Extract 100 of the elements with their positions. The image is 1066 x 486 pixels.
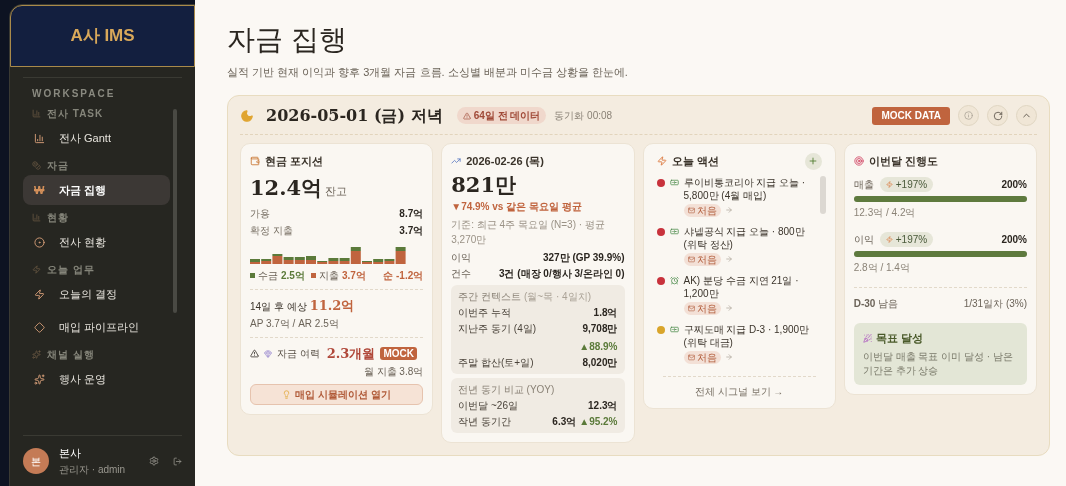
row-label: 이번달 ~26일: [458, 399, 518, 413]
row-value: 6.3억: [552, 415, 577, 429]
row-value: 12.3억: [588, 399, 618, 413]
user-role: 관리자 · admin: [59, 462, 127, 477]
lightning-icon: [656, 156, 667, 166]
row-value: 327만 (GP 39.9%): [542, 251, 625, 265]
net-flow: 순 -1.2억: [383, 268, 424, 283]
arrow-icon[interactable]: [724, 255, 733, 263]
sparkle-icon: [34, 373, 45, 385]
target-icon: [853, 155, 864, 166]
sparkle-icon: [32, 349, 41, 359]
avatar: 본: [23, 448, 49, 474]
row-label: 가용: [250, 206, 270, 221]
arrow-icon[interactable]: [724, 304, 733, 312]
simulation-button[interactable]: 매입 시뮬레이션 열기: [250, 383, 424, 405]
nav-item[interactable]: 오늘의 결정: [23, 279, 170, 309]
row-value: 8.7억: [399, 206, 424, 221]
collapse-button[interactable]: [1016, 105, 1037, 126]
warning-icon: [462, 111, 471, 120]
info-button[interactable]: [958, 105, 979, 126]
lightning-icon: [32, 264, 41, 274]
card-title: 오늘 액션: [671, 153, 719, 169]
metric-percent: 200%: [1001, 233, 1027, 247]
balance-suffix: 잔고: [325, 184, 348, 199]
coins-icon: [32, 160, 41, 170]
refresh-icon: [992, 110, 1003, 121]
mail-icon: [687, 304, 695, 312]
row-label: 지난주 동기 (4일): [458, 322, 537, 336]
section-header: 오늘 업무: [47, 262, 95, 277]
section-header: 전사 TASK: [47, 106, 104, 121]
alarm-clock-icon: [669, 275, 679, 285]
action-text: 샤넬공식 지급 오늘 · 800만 (위탁 정산): [683, 224, 806, 251]
action-text: 루이비통코리아 지급 오늘 · 5,800만 (4월 매입): [683, 175, 807, 202]
card-title: 현금 포지션: [265, 153, 324, 169]
lightbulb-icon: [282, 389, 292, 399]
inflow-swatch: [250, 272, 255, 278]
metric-label: 매출: [853, 178, 874, 192]
page-subtitle: 실적 기반 현재 이익과 향후 3개월 자금 흐름. 소싱별 배분과 미수금 상황을 한눈에.: [227, 65, 629, 80]
plus-icon: [808, 156, 819, 166]
refresh-button[interactable]: [987, 105, 1008, 126]
page-title: 자금 집행: [227, 23, 348, 57]
mail-icon: [687, 255, 695, 263]
section-header: 자금: [47, 158, 69, 173]
box-note: (월~목 · 4일치): [524, 290, 591, 304]
row-label: 작년 동기간: [458, 415, 512, 429]
view-all-link[interactable]: 전체 시그널 보기 →: [694, 383, 784, 399]
nav-item[interactable]: 전사 Gantt: [23, 123, 170, 153]
legend-label: 수금: [258, 268, 278, 283]
add-button[interactable]: [804, 152, 822, 170]
mock-data-button[interactable]: MOCK DATA: [872, 106, 950, 125]
arrow-icon[interactable]: [724, 206, 733, 214]
first-tag: 처음: [683, 252, 721, 266]
runway-label: 자금 여력: [277, 347, 320, 362]
mock-badge: MOCK: [380, 347, 417, 361]
forecast-label: 14일 후 예상: [250, 299, 307, 314]
box-title: 주간 컨텍스트: [458, 290, 522, 304]
bar-chart-icon: [32, 108, 41, 118]
nav-item[interactable]: ₩ 자금 집행: [23, 175, 170, 205]
row-value: 3.7억: [399, 223, 424, 238]
row-label: 확정 지출: [250, 223, 293, 238]
section-header: 채널 실행: [47, 347, 95, 362]
scrollbar[interactable]: [819, 175, 826, 214]
row-delta: ▲88.9%: [579, 340, 618, 354]
arrow-icon[interactable]: [724, 353, 733, 361]
workspace-label: WORKSPACE: [31, 87, 117, 101]
lightning-icon: [885, 181, 893, 188]
diamond-icon: [34, 321, 45, 333]
first-tag: 처음: [683, 350, 721, 364]
gem-icon: [264, 349, 272, 358]
metric-label: 이익: [853, 233, 874, 247]
mail-icon: [687, 353, 695, 361]
row-value: 3건 (매장 0/행사 3/온라인 0): [498, 267, 625, 281]
moon-icon: [240, 108, 254, 123]
won-sign: ₩: [34, 184, 45, 196]
basis-note: 기준: 최근 4주 목요일 (N=3) · 평균 3,270만: [451, 218, 606, 247]
lightning-icon: [34, 288, 45, 300]
goal-text: 이번달 매출 목표 이미 달성 · 남은 기간은 추가 상승: [862, 349, 1014, 378]
legend-value: 2.5억: [281, 268, 305, 283]
logout-icon[interactable]: [173, 456, 182, 466]
action-text: 구찌도매 지급 D-3 · 1,900만 (위탁 대금): [683, 322, 811, 349]
nav-item[interactable]: 전사 현황: [23, 227, 170, 257]
row-delta: ▲95.2%: [579, 415, 618, 429]
row-value: 9,708만: [582, 322, 618, 336]
bar-chart-icon: [32, 212, 41, 222]
nav-item[interactable]: 행사 운영: [23, 364, 170, 394]
section-header: 현황: [47, 210, 69, 225]
user-name: 본사: [59, 446, 82, 462]
party-popper-icon: [862, 333, 872, 343]
scrollbar[interactable]: [173, 109, 177, 313]
lightning-icon: [885, 236, 893, 243]
first-tag: 처음: [683, 203, 721, 217]
stale-data-badge: 64일 전 데이터: [456, 107, 547, 124]
goal-title: 목표 달성: [875, 331, 923, 346]
sync-time: 동기화 00:08: [554, 109, 613, 123]
settings-icon[interactable]: [149, 456, 159, 466]
warning-icon: [250, 349, 259, 359]
nav-item[interactable]: 매입 파이프라인: [23, 312, 170, 342]
row-value: 1.8억: [593, 306, 618, 320]
card-title: 2026-02-26 (목): [466, 153, 544, 169]
runway-note: 월 지출 3.8억: [363, 364, 424, 379]
